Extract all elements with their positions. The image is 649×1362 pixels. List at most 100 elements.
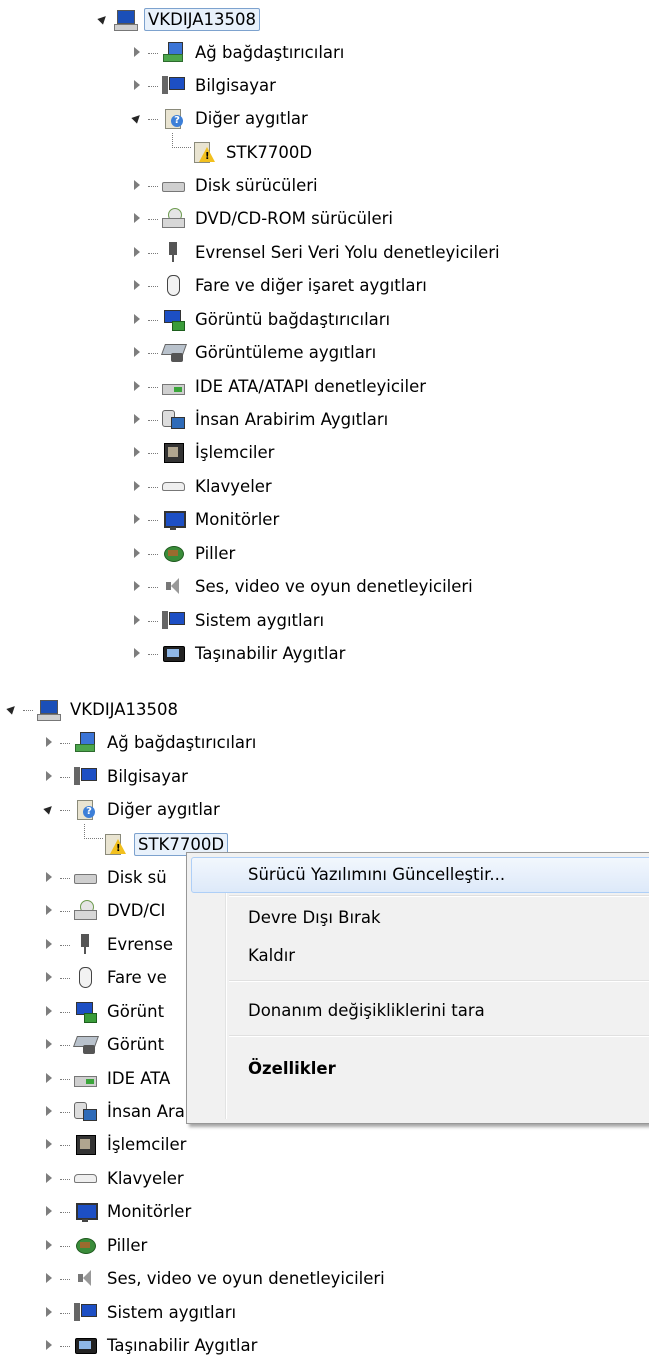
expand-icon[interactable]	[42, 769, 56, 783]
tree-item-ide-controllers[interactable]: IDE ATA/ATAPI denetleyiciler	[130, 370, 429, 402]
tree-item-imaging-devices[interactable]: Görünt	[42, 1028, 167, 1060]
tree-item-keyboards[interactable]: Klavyeler	[42, 1162, 187, 1194]
tree-item-label: İşlemciler	[107, 1134, 187, 1154]
tree-item-disk-drives[interactable]: Disk sü	[42, 861, 170, 893]
tree-item-system-devices[interactable]: Sistem aygıtları	[42, 1296, 239, 1328]
expand-icon[interactable]	[42, 1104, 56, 1118]
expand-icon[interactable]	[42, 1238, 56, 1252]
tree-item-label: DVD/CI	[107, 900, 166, 920]
expand-icon[interactable]	[130, 78, 144, 92]
tree-item-mice[interactable]: Fare ve diğer işaret aygıtları	[130, 269, 430, 301]
expand-icon[interactable]	[130, 278, 144, 292]
expand-icon[interactable]	[42, 970, 56, 984]
collapse-icon[interactable]	[130, 111, 144, 125]
root-label[interactable]: VKDIJA13508	[67, 699, 181, 720]
expand-icon[interactable]	[42, 870, 56, 884]
collapse-icon[interactable]	[96, 12, 110, 26]
expand-icon[interactable]	[42, 1338, 56, 1352]
expand-icon[interactable]	[42, 937, 56, 951]
menu-item-uninstall[interactable]: Kaldır	[248, 943, 295, 967]
menu-item-update-driver[interactable]: Sürücü Yazılımını Güncelleştir...	[248, 862, 505, 886]
tree-item-sound[interactable]: Ses, video ve oyun denetleyicileri	[130, 570, 476, 602]
expand-icon[interactable]	[42, 1004, 56, 1018]
tree-item-network-adapters[interactable]: Ağ bağdaştırıcıları	[130, 36, 347, 68]
tree-item-imaging-devices[interactable]: Görüntüleme aygıtları	[130, 336, 379, 368]
tree-item-label: Evrense	[107, 934, 173, 954]
tree-item-network-adapters[interactable]: Ağ bağdaştırıcıları	[42, 726, 259, 758]
expand-icon[interactable]	[130, 479, 144, 493]
tree-item-other-devices[interactable]: ? Diğer aygıtlar	[42, 793, 223, 825]
expand-icon[interactable]	[42, 1037, 56, 1051]
menu-item-scan-hardware[interactable]: Donanım değişikliklerini tara	[248, 998, 485, 1022]
tree-item-usb-controllers[interactable]: Evrense	[42, 928, 176, 960]
expand-icon[interactable]	[130, 345, 144, 359]
collapse-icon[interactable]	[42, 802, 56, 816]
expand-icon[interactable]	[130, 579, 144, 593]
tree-item-label: Görünt	[107, 1001, 165, 1021]
expand-icon[interactable]	[130, 646, 144, 660]
expand-icon[interactable]	[42, 1271, 56, 1285]
expand-icon[interactable]	[130, 379, 144, 393]
expand-icon[interactable]	[130, 546, 144, 560]
expand-icon[interactable]	[130, 445, 144, 459]
expand-icon[interactable]	[130, 312, 144, 326]
tree-item-label: Ses, video ve oyun denetleyicileri	[195, 576, 473, 596]
menu-item-properties[interactable]: Özellikler	[248, 1056, 336, 1080]
tree-item-monitors[interactable]: Monitörler	[42, 1195, 194, 1227]
tree-item-system-devices[interactable]: Sistem aygıtları	[130, 604, 327, 636]
expand-icon[interactable]	[42, 1171, 56, 1185]
expand-icon[interactable]	[42, 1071, 56, 1085]
tree-item-hid[interactable]: İnsan Arabirim Aygıtları	[130, 403, 391, 435]
tree-item-dvd-drives[interactable]: DVD/CD-ROM sürücüleri	[130, 202, 396, 234]
tree-item-label: Görüntüleme aygıtları	[195, 342, 377, 362]
menu-item-disable[interactable]: Devre Dışı Bırak	[248, 905, 381, 929]
expand-icon[interactable]	[42, 735, 56, 749]
tree-item-disk-drives[interactable]: Disk sürücüleri	[130, 169, 321, 201]
tree-item-ide-controllers[interactable]: IDE ATA	[42, 1062, 173, 1094]
tree-item-portable-devices[interactable]: Taşınabilir Aygıtlar	[130, 637, 348, 669]
warning-device-icon: !	[104, 833, 126, 855]
tree-item-label: IDE ATA	[107, 1068, 171, 1088]
expand-icon[interactable]	[130, 512, 144, 526]
tree-item-portable-devices[interactable]: Taşınabilir Aygıtlar	[42, 1329, 260, 1361]
sound-icon	[74, 1267, 96, 1289]
expand-icon[interactable]	[130, 178, 144, 192]
expand-icon[interactable]	[130, 412, 144, 426]
tree-item-monitors[interactable]: Monitörler	[130, 503, 282, 535]
tree-item-batteries[interactable]: Piller	[130, 537, 238, 569]
display-adapter-icon	[162, 308, 185, 331]
tree-item-stk7700d[interactable]: ! STK7700D	[193, 136, 315, 168]
computer-icon	[74, 765, 97, 787]
tree-item-processors[interactable]: İşlemciler	[42, 1128, 189, 1160]
tree-item-display-adapters[interactable]: Görüntü bağdaştırıcıları	[130, 303, 393, 335]
expand-icon[interactable]	[130, 613, 144, 627]
expand-icon[interactable]	[42, 903, 56, 917]
expand-icon[interactable]	[130, 45, 144, 59]
tree-item-sound[interactable]: Ses, video ve oyun denetleyicileri	[42, 1262, 388, 1294]
expand-icon[interactable]	[130, 245, 144, 259]
tree-root-top[interactable]: VKDIJA13508	[96, 3, 261, 35]
tree-item-mice[interactable]: Fare ve	[42, 961, 170, 993]
ide-controller-icon	[74, 1067, 97, 1089]
tree-root-bottom[interactable]: VKDIJA13508	[5, 693, 181, 725]
tree-item-computer[interactable]: Bilgisayar	[42, 760, 191, 792]
context-menu: Sürücü Yazılımını Güncelleştir... Devre …	[186, 852, 649, 1124]
tree-item-batteries[interactable]: Piller	[42, 1229, 150, 1261]
tree-item-processors[interactable]: İşlemciler	[130, 436, 277, 468]
tree-item-display-adapters[interactable]: Görünt	[42, 995, 167, 1027]
tree-item-computer[interactable]: Bilgisayar	[130, 69, 279, 101]
tree-item-usb-controllers[interactable]: Evrensel Seri Veri Yolu denetleyicileri	[130, 236, 503, 268]
tree-item-label: İnsan Arabirim Aygıtları	[195, 409, 389, 429]
tree-item-other-devices[interactable]: ? Diğer aygıtlar	[130, 102, 311, 134]
tree-item-dvd-drives[interactable]: DVD/CI	[42, 894, 168, 926]
expand-icon[interactable]	[42, 1305, 56, 1319]
tree-item-keyboards[interactable]: Klavyeler	[130, 470, 275, 502]
tree-item-label: Fare ve	[107, 967, 167, 987]
expand-icon[interactable]	[42, 1204, 56, 1218]
keyboard-icon	[74, 1167, 97, 1189]
expand-icon[interactable]	[130, 211, 144, 225]
collapse-icon[interactable]	[5, 702, 19, 716]
expand-icon[interactable]	[42, 1137, 56, 1151]
root-label[interactable]: VKDIJA13508	[144, 7, 261, 31]
network-adapter-icon	[162, 41, 184, 63]
